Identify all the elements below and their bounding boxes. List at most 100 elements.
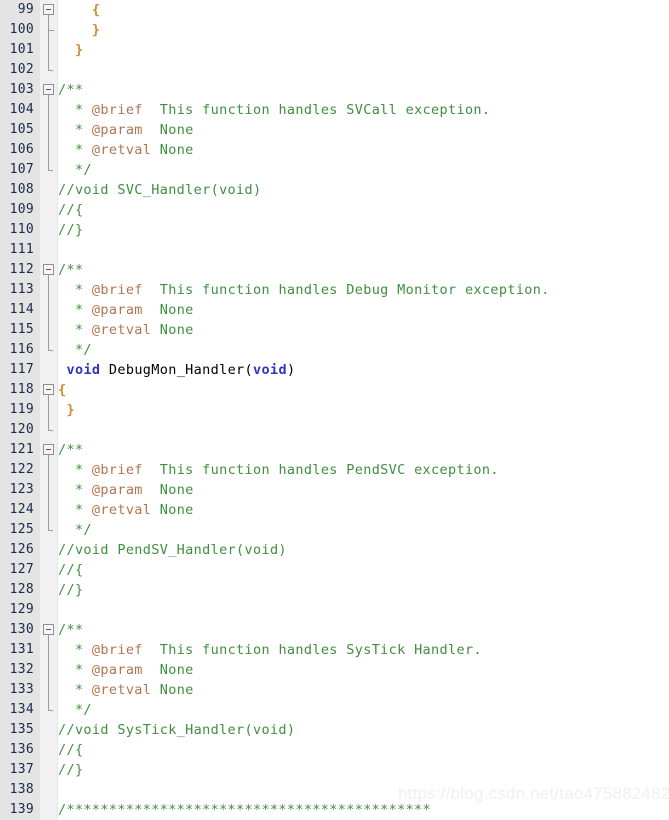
fold-guide-end-icon: [40, 420, 58, 440]
code-line[interactable]: 114 * @param None: [0, 300, 669, 320]
code-line[interactable]: 120: [0, 420, 669, 440]
code-line[interactable]: 112 /**: [0, 260, 669, 280]
code-text: */: [58, 160, 92, 180]
code-line[interactable]: 108 //void SVC_Handler(void): [0, 180, 669, 200]
code-line[interactable]: 113 * @brief This function handles Debug…: [0, 280, 669, 300]
token-comment: */: [58, 162, 92, 178]
code-text: */: [58, 520, 92, 540]
code-line[interactable]: 128 //}: [0, 580, 669, 600]
code-line[interactable]: 136 //{: [0, 740, 669, 760]
code-line[interactable]: 124 * @retval None: [0, 500, 669, 520]
code-line[interactable]: 102: [0, 60, 669, 80]
fold-empty: [40, 560, 58, 580]
fold-guide-end-icon: [40, 520, 58, 540]
code-line[interactable]: 129: [0, 600, 669, 620]
line-number: 132: [9, 662, 34, 677]
code-line[interactable]: 118 {: [0, 380, 669, 400]
code-line[interactable]: 133 * @retval None: [0, 680, 669, 700]
fold-minus-icon[interactable]: [43, 4, 54, 15]
code-line[interactable]: 131 * @brief This function handles SysTi…: [0, 640, 669, 660]
code-line[interactable]: 119 }: [0, 400, 669, 420]
fold-guide-line: [48, 400, 49, 420]
line-number: 131: [9, 642, 34, 657]
code-line[interactable]: 139 /************************************…: [0, 800, 669, 820]
code-text: //{: [58, 740, 83, 760]
code-line[interactable]: 111: [0, 240, 669, 260]
fold-empty: [40, 740, 58, 760]
code-line[interactable]: 135 //void SysTick_Handler(void): [0, 720, 669, 740]
line-number: 133: [9, 682, 34, 697]
code-line[interactable]: 103 /**: [0, 80, 669, 100]
fold-minus-icon[interactable]: [43, 84, 54, 95]
code-text: /**: [58, 620, 83, 640]
line-number: 126: [9, 542, 34, 557]
code-editor[interactable]: 99 {100 } 101 } 102 103/** 104 * @brief This…: [0, 0, 669, 820]
token-doctag: @retval: [91, 142, 152, 158]
code-line[interactable]: 130 /**: [0, 620, 669, 640]
code-text: }: [58, 400, 75, 420]
fold-empty: [40, 780, 58, 800]
fold-guide-line-icon: [40, 680, 58, 700]
fold-collapse-icon[interactable]: [40, 440, 58, 460]
token-brace: {: [58, 382, 67, 398]
fold-collapse-icon[interactable]: [40, 380, 58, 400]
fold-minus-icon[interactable]: [43, 384, 54, 395]
line-number: 113: [9, 282, 34, 297]
code-line[interactable]: 121 /**: [0, 440, 669, 460]
fold-guide-end-icon: [40, 60, 58, 80]
code-line[interactable]: 116 */: [0, 340, 669, 360]
token-doctag: @brief: [91, 462, 143, 478]
token-comment: None: [142, 122, 194, 138]
code-line[interactable]: 134 */: [0, 700, 669, 720]
code-line[interactable]: 126 //void PendSV_Handler(void): [0, 540, 669, 560]
line-number: 138: [9, 782, 34, 797]
code-line[interactable]: 122 * @brief This function handles PendS…: [0, 460, 669, 480]
code-line[interactable]: 138: [0, 780, 669, 800]
fold-guide-line-icon: [40, 480, 58, 500]
token-brace: }: [91, 22, 101, 38]
fold-guide-corner: [48, 520, 53, 531]
code-line[interactable]: 99 {: [0, 0, 669, 20]
fold-guide-line-icon: [40, 400, 58, 420]
code-line[interactable]: 104 * @brief This function handles SVCal…: [0, 100, 669, 120]
code-line[interactable]: 132 * @param None: [0, 660, 669, 680]
line-number: 106: [9, 142, 34, 157]
token-comment: *: [58, 662, 92, 678]
fold-minus-icon[interactable]: [43, 624, 54, 635]
fold-minus-icon[interactable]: [43, 444, 54, 455]
code-line[interactable]: 125 */: [0, 520, 669, 540]
token-comment: //{: [58, 202, 84, 218]
code-line[interactable]: 107 */: [0, 160, 669, 180]
code-line[interactable]: 101 }: [0, 40, 669, 60]
line-number: 107: [9, 162, 34, 177]
code-line[interactable]: 105 * @param None: [0, 120, 669, 140]
code-line[interactable]: 106 * @retval None: [0, 140, 669, 160]
fold-empty: [40, 580, 58, 600]
code-line[interactable]: 100 }: [0, 20, 669, 40]
line-number: 104: [9, 102, 34, 117]
code-line[interactable]: 123 * @param None: [0, 480, 669, 500]
fold-guide-line-icon: [40, 500, 58, 520]
code-line[interactable]: 137 //}: [0, 760, 669, 780]
fold-collapse-icon[interactable]: [40, 260, 58, 280]
code-text: {: [58, 380, 66, 400]
fold-collapse-icon[interactable]: [40, 620, 58, 640]
code-line[interactable]: 109 //{: [0, 200, 669, 220]
fold-guide-line-icon: [40, 140, 58, 160]
code-line[interactable]: 115 * @retval None: [0, 320, 669, 340]
token-comment: //}: [58, 582, 84, 598]
code-line[interactable]: 117 void DebugMon_Handler(void): [0, 360, 669, 380]
code-line[interactable]: 127 //{: [0, 560, 669, 580]
token-comment: None: [151, 322, 194, 338]
fold-guide-line-icon: [40, 640, 58, 660]
fold-guide-line: [48, 280, 49, 300]
fold-minus-icon[interactable]: [43, 264, 54, 275]
line-number: 127: [9, 562, 34, 577]
code-line[interactable]: 110 //}: [0, 220, 669, 240]
fold-collapse-icon[interactable]: [40, 0, 58, 20]
token-comment: */: [58, 522, 92, 538]
token-comment: *: [58, 502, 92, 518]
line-number: 134: [9, 702, 34, 717]
fold-collapse-icon[interactable]: [40, 80, 58, 100]
fold-guide-line: [48, 120, 49, 140]
